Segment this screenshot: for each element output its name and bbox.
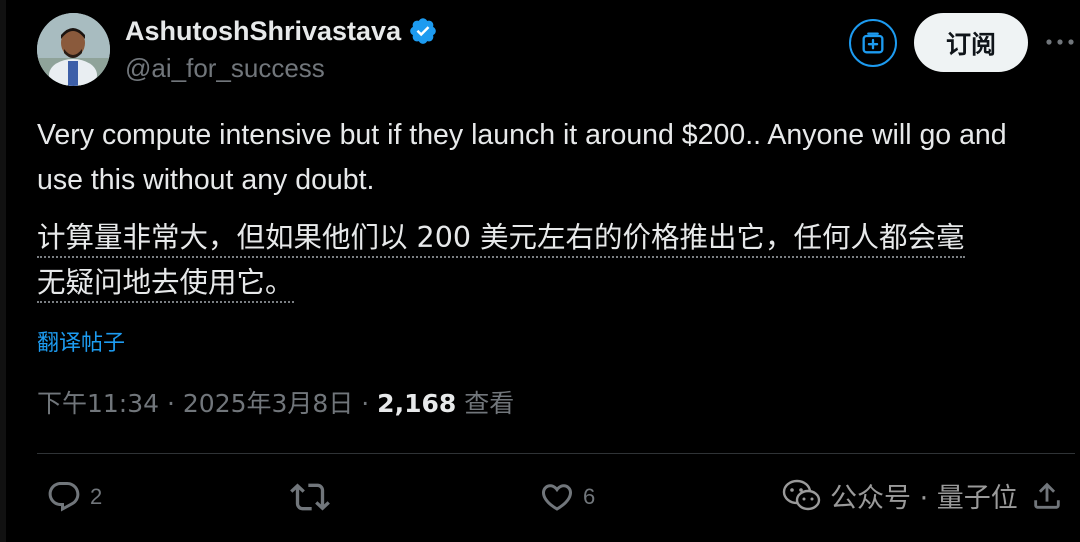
grok-actions-button[interactable] [849,19,897,67]
post-metadata: 下午11:34 · 2025年3月8日 · 2,168 查看 [37,387,514,421]
post-translation: 计算量非常大，但如果他们以 200 美元左右的价格推出它，任何人都会毫 无疑问地… [37,215,1057,305]
post-detail: AshutoshShrivastava @ai_for_success 订阅 V… [0,0,1080,542]
subscribe-button[interactable]: 订阅 [914,13,1028,72]
views-label: 查看 [456,389,515,418]
meta-separator: · [159,389,183,418]
like-count: 6 [583,484,596,509]
reply-button[interactable]: 2 [46,475,102,519]
divider [37,453,1075,454]
watermark-text: 公众号 · 量子位 [830,483,1018,514]
verified-badge-icon[interactable] [408,16,438,46]
author-handle[interactable]: @ai_for_success [125,52,325,84]
like-button[interactable]: 6 [539,475,595,519]
repost-button[interactable] [290,475,330,519]
author-name-text[interactable]: AshutoshShrivastava [125,14,401,48]
avatar[interactable] [37,13,110,86]
meta-separator: · [353,389,378,418]
column-border [0,0,6,542]
wechat-icon [782,479,821,510]
translation-line-2: 无疑问地去使用它。 [37,266,294,303]
post-time[interactable]: 下午11:34 [37,389,159,418]
repost-icon [290,483,330,511]
share-button[interactable] [1030,479,1064,513]
post-date[interactable]: 2025年3月8日 [183,389,353,418]
heart-icon [541,484,573,511]
reply-count: 2 [90,484,103,509]
avatar-image [37,13,110,86]
watermark: 公众号 · 量子位 [782,476,1018,515]
views-count: 2,168 [377,389,457,418]
post-text: Very compute intensive but if they launc… [37,119,1007,196]
share-icon [1034,482,1060,509]
grok-icon [862,32,884,54]
author-display-name[interactable]: AshutoshShrivastava [125,14,438,48]
more-options-icon[interactable] [1043,27,1077,57]
translation-line-1: 计算量非常大，但如果他们以 200 美元左右的价格推出它，任何人都会毫 [37,221,965,258]
reply-icon [48,482,80,512]
translate-post-link[interactable]: 翻译帖子 [37,325,125,357]
